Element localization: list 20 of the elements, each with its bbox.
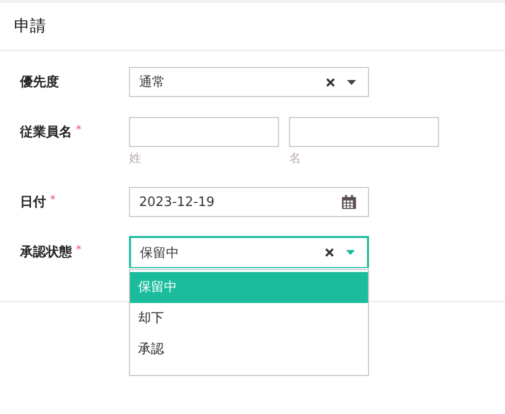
form-title: 申請 (14, 16, 46, 37)
required-mark: * (76, 243, 82, 256)
field-label: 日付 (20, 194, 46, 211)
dropdown-option[interactable]: 却下 (130, 303, 368, 334)
input-field[interactable] (289, 117, 439, 147)
field-label: 承認状態 (20, 244, 72, 261)
clear-icon[interactable] (325, 248, 334, 257)
calendar-icon[interactable] (342, 195, 356, 209)
field-hint: 名 (289, 150, 302, 167)
date-field[interactable]: 2023-12-19 (129, 187, 369, 217)
caret-icon[interactable] (347, 80, 356, 84)
field-label: 優先度 (20, 74, 59, 91)
select-field[interactable]: 通常 (129, 67, 369, 97)
field-hint: 姓 (129, 150, 142, 167)
required-mark: * (76, 123, 82, 136)
clear-icon[interactable] (326, 78, 335, 86)
field-label: 従業員名 (20, 124, 72, 141)
required-mark: * (50, 193, 56, 206)
dropdown-option[interactable]: 承認 (130, 334, 368, 365)
input-field[interactable] (129, 117, 279, 147)
